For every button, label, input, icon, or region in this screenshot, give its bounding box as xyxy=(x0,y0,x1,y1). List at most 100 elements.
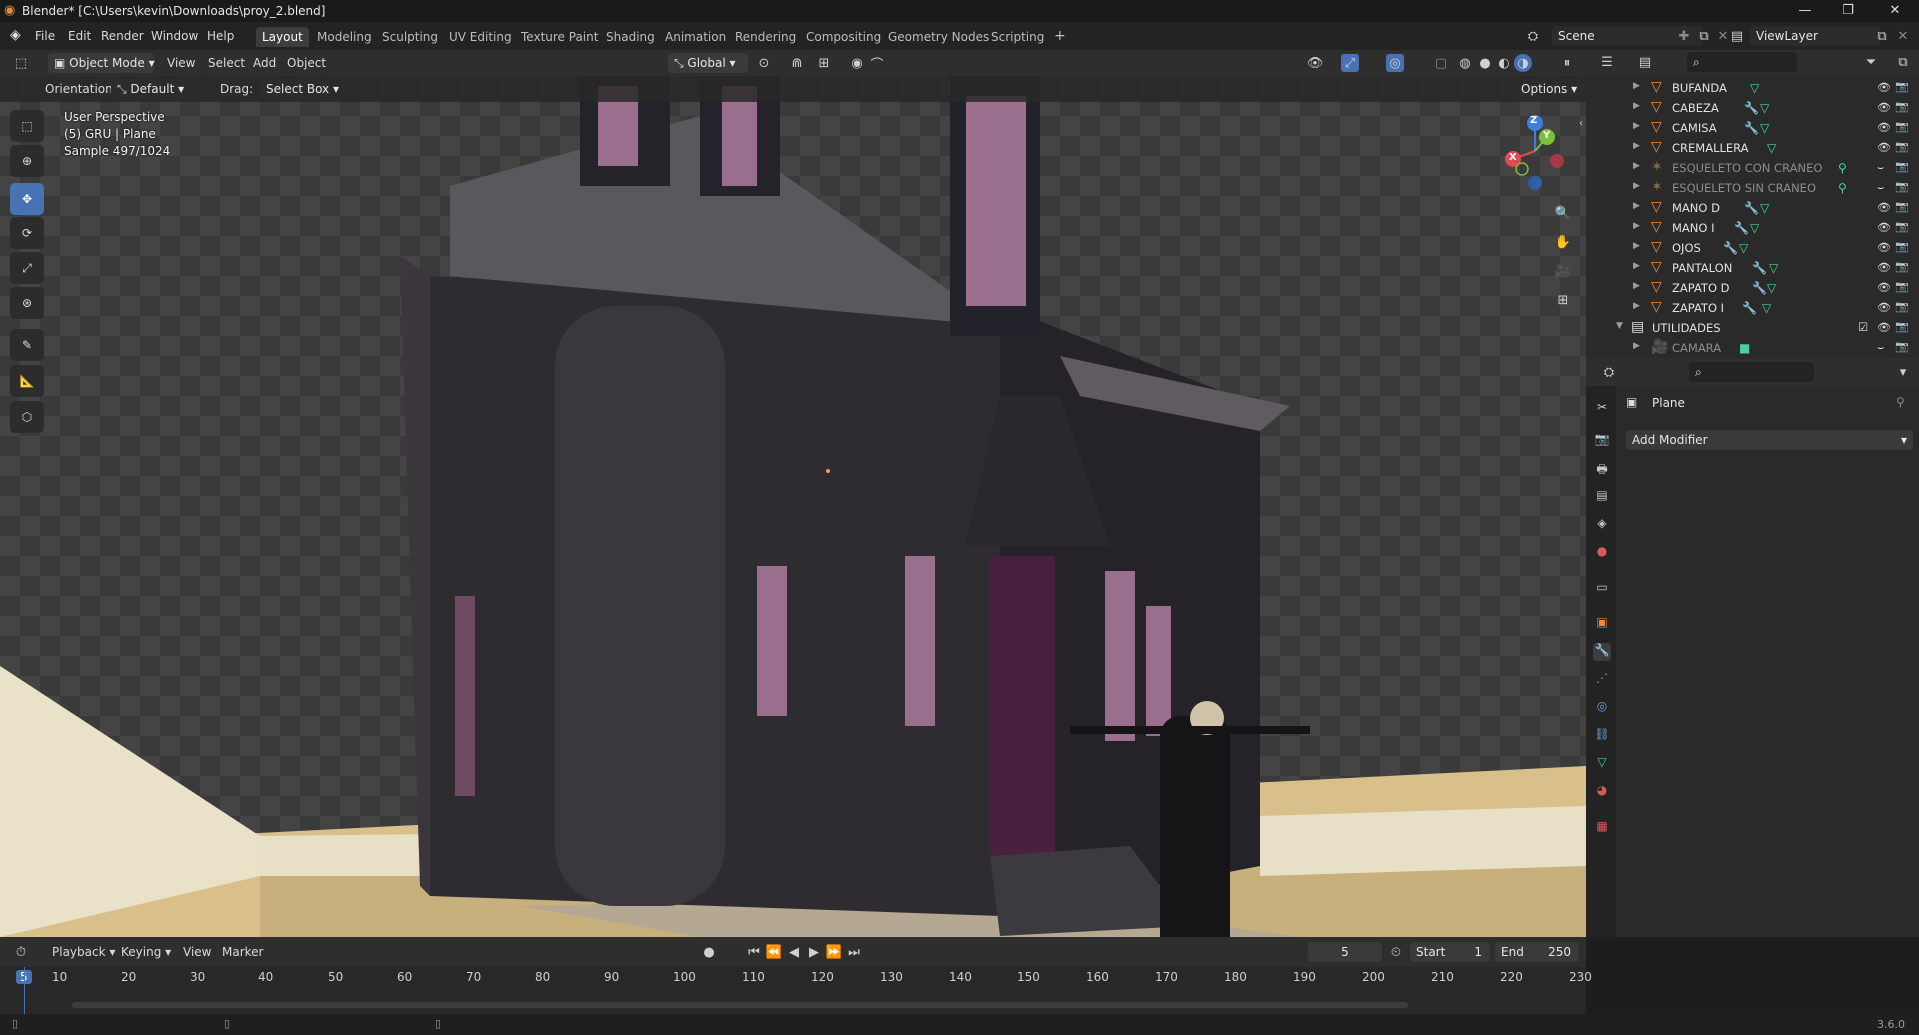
proportional-edit-icon[interactable]: ◉ xyxy=(848,54,866,72)
overlay-toggle-icon[interactable]: ◎ xyxy=(1386,54,1404,72)
new-scene-icon[interactable]: ⧉ xyxy=(1695,27,1713,45)
modifier-icon[interactable]: 🔧 xyxy=(1744,201,1759,215)
eye-icon[interactable]: 👁 xyxy=(1877,221,1891,234)
mesh-data-icon[interactable]: ▽ xyxy=(1760,121,1769,135)
view-layer-selector[interactable]: ViewLayer xyxy=(1750,26,1880,46)
tab-modeling[interactable]: Modeling xyxy=(311,27,378,47)
end-frame-field[interactable]: End 250 xyxy=(1495,942,1579,962)
new-collection-icon[interactable]: ⧉ xyxy=(1894,53,1912,71)
transform-orientation-selector[interactable]: ⤡ Global ▾ xyxy=(668,53,748,73)
world-tab-icon[interactable]: ● xyxy=(1593,544,1611,562)
move-tool[interactable]: ✥ xyxy=(10,183,44,215)
collection-tab-icon[interactable]: ▭ xyxy=(1593,580,1611,598)
tab-texture-paint[interactable]: Texture Paint xyxy=(515,27,604,47)
eye-icon[interactable]: 👁 xyxy=(1877,81,1891,94)
menu-keying[interactable]: Keying ▾ xyxy=(121,945,171,959)
options-dropdown[interactable]: Options ▾ xyxy=(1515,79,1581,99)
outliner-item[interactable]: ▶ ✶ ESQUELETO SIN CRANEO ⚲ ⌣ 📷 xyxy=(1586,178,1909,198)
expand-arrow-icon[interactable]: ▶ xyxy=(1633,181,1640,191)
texture-tab-icon[interactable]: ▦ xyxy=(1593,819,1611,837)
3d-viewport[interactable]: ⬚ ⊕ ✥ ⟳ ⤢ ⊛ ✎ 📐 ⬡ User Perspective (5) G… xyxy=(0,76,1586,937)
expand-arrow-icon[interactable]: ▶ xyxy=(1633,241,1640,251)
modifier-icon[interactable]: 🔧 xyxy=(1744,121,1759,135)
jump-start-icon[interactable]: ⏮ xyxy=(745,943,763,961)
mode-selector[interactable]: ▣ Object Mode ▾ xyxy=(48,53,155,73)
properties-editor-icon[interactable]: ⛭ xyxy=(1600,363,1618,381)
rotate-tool[interactable]: ⟳ xyxy=(10,217,44,249)
filter-icon[interactable]: ⏷ xyxy=(1862,53,1880,71)
mesh-data-icon[interactable]: ▽ xyxy=(1767,281,1776,295)
tab-scripting[interactable]: Scripting xyxy=(985,27,1050,47)
outliner-collection[interactable]: ▼ ▤ UTILIDADES ☑ 👁 📷 xyxy=(1586,318,1909,338)
menu-help[interactable]: Help xyxy=(207,29,234,43)
menu-render[interactable]: Render xyxy=(101,29,144,43)
modifier-tab-icon[interactable]: 🔧 xyxy=(1593,643,1611,661)
orientation-selector[interactable]: ⤡ Default ▾ xyxy=(111,79,206,99)
render-camera-icon[interactable]: 📷 xyxy=(1895,300,1909,313)
eye-icon[interactable]: 👁 xyxy=(1877,201,1891,214)
expand-arrow-icon[interactable]: ▶ xyxy=(1633,301,1640,311)
modifier-icon[interactable]: 🔧 xyxy=(1742,301,1757,315)
outliner-item[interactable]: ▶ ▽ CABEZA 🔧 ▽ 👁 📷 xyxy=(1586,98,1909,118)
minimize-button[interactable]: — xyxy=(1782,0,1828,22)
mesh-data-icon[interactable]: ⚲ xyxy=(1838,181,1847,195)
pivot-point-icon[interactable]: ⊙ xyxy=(755,54,773,72)
hidden-icon[interactable]: ⌣ xyxy=(1877,181,1884,195)
current-frame-field[interactable]: 5 xyxy=(1308,942,1382,962)
render-camera-icon[interactable]: 📷 xyxy=(1895,280,1909,293)
menu-edit[interactable]: Edit xyxy=(68,29,91,43)
expand-arrow-icon[interactable]: ▶ xyxy=(1633,201,1640,211)
modifier-icon[interactable]: 🔧 xyxy=(1752,261,1767,275)
render-camera-icon[interactable]: 📷 xyxy=(1895,80,1909,93)
tool-tab-icon[interactable]: ✂ xyxy=(1593,400,1611,418)
eye-icon[interactable]: 👁 xyxy=(1877,141,1891,154)
collapse-sidebar-icon[interactable]: ‹ xyxy=(1572,114,1586,132)
menu-window[interactable]: Window xyxy=(151,29,198,43)
eye-icon[interactable]: 👁 xyxy=(1877,301,1891,314)
add-cube-tool[interactable]: ⬡ xyxy=(10,401,44,433)
outliner-item[interactable]: ▶ ✶ ESQUELETO CON CRANEO ⚲ ⌣ 📷 xyxy=(1586,158,1909,178)
eye-icon[interactable]: 👁 xyxy=(1877,241,1891,254)
maximize-button[interactable]: ❐ xyxy=(1825,0,1871,22)
material-tab-icon[interactable]: ◕ xyxy=(1593,783,1611,801)
modifier-icon[interactable]: 🔧 xyxy=(1734,221,1749,235)
add-workspace-button[interactable]: + xyxy=(1048,25,1072,45)
camera-view-icon[interactable]: 🎥 xyxy=(1554,262,1572,280)
play-icon[interactable]: ▶ xyxy=(805,943,823,961)
render-camera-icon[interactable]: 📷 xyxy=(1895,200,1909,213)
eye-icon[interactable]: 👁 xyxy=(1877,281,1891,294)
new-view-layer-icon[interactable]: ⧉ xyxy=(1873,27,1891,45)
properties-options-icon[interactable]: ▾ xyxy=(1894,363,1912,381)
outliner-item[interactable]: ▶ ▽ CREMALLERA ▽ 👁 📷 xyxy=(1586,138,1909,158)
tab-geometry-nodes[interactable]: Geometry Nodes xyxy=(882,27,995,47)
eye-icon[interactable]: 👁 xyxy=(1877,101,1891,114)
render-camera-icon[interactable]: 📷 xyxy=(1895,180,1909,193)
render-tab-icon[interactable]: 📷 xyxy=(1593,432,1611,450)
menu-playback[interactable]: Playback ▾ xyxy=(52,945,115,959)
delete-view-layer-icon[interactable]: ✕ xyxy=(1894,27,1912,45)
material-shading-icon[interactable]: ◐ xyxy=(1495,54,1513,72)
scene-tab-icon[interactable]: ◈ xyxy=(1593,516,1611,534)
record-icon[interactable]: ● xyxy=(700,943,718,961)
modifier-icon[interactable]: 🔧 xyxy=(1752,281,1767,295)
timeline-scrollbar[interactable] xyxy=(72,1002,1408,1008)
hidden-icon[interactable]: ⌣ xyxy=(1877,161,1884,175)
next-keyframe-icon[interactable]: ⏩ xyxy=(825,943,843,961)
view-layer-tab-icon[interactable]: ▤ xyxy=(1593,488,1611,506)
outliner-search-input[interactable]: ⌕ xyxy=(1687,52,1797,72)
navigation-gizmo[interactable]: Z X Y xyxy=(1495,111,1575,191)
outliner-item[interactable]: ▶ ▽ ZAPATO D 🔧 ▽ 👁 📷 xyxy=(1586,278,1909,298)
transform-tool[interactable]: ⊛ xyxy=(10,287,44,319)
render-camera-icon[interactable]: 📷 xyxy=(1895,220,1909,233)
ortho-grid-icon[interactable]: ⊞ xyxy=(1554,291,1572,309)
expand-arrow-icon[interactable]: ▶ xyxy=(1633,261,1640,271)
outliner-item[interactable]: ▶ ▽ CAMISA 🔧 ▽ 👁 📷 xyxy=(1586,118,1909,138)
eye-icon[interactable]: 👁 xyxy=(1877,321,1891,334)
render-camera-icon[interactable]: 📷 xyxy=(1895,160,1909,173)
outliner-item[interactable]: ▶ ▽ ZAPATO I 🔧 ▽ 👁 📷 xyxy=(1586,298,1909,318)
drag-selector[interactable]: Select Box ▾ xyxy=(260,79,339,99)
annotate-tool[interactable]: ✎ xyxy=(10,329,44,361)
menu-file[interactable]: File xyxy=(35,29,55,43)
render-camera-icon[interactable]: 📷 xyxy=(1895,100,1909,113)
prev-keyframe-icon[interactable]: ⏪ xyxy=(765,943,783,961)
